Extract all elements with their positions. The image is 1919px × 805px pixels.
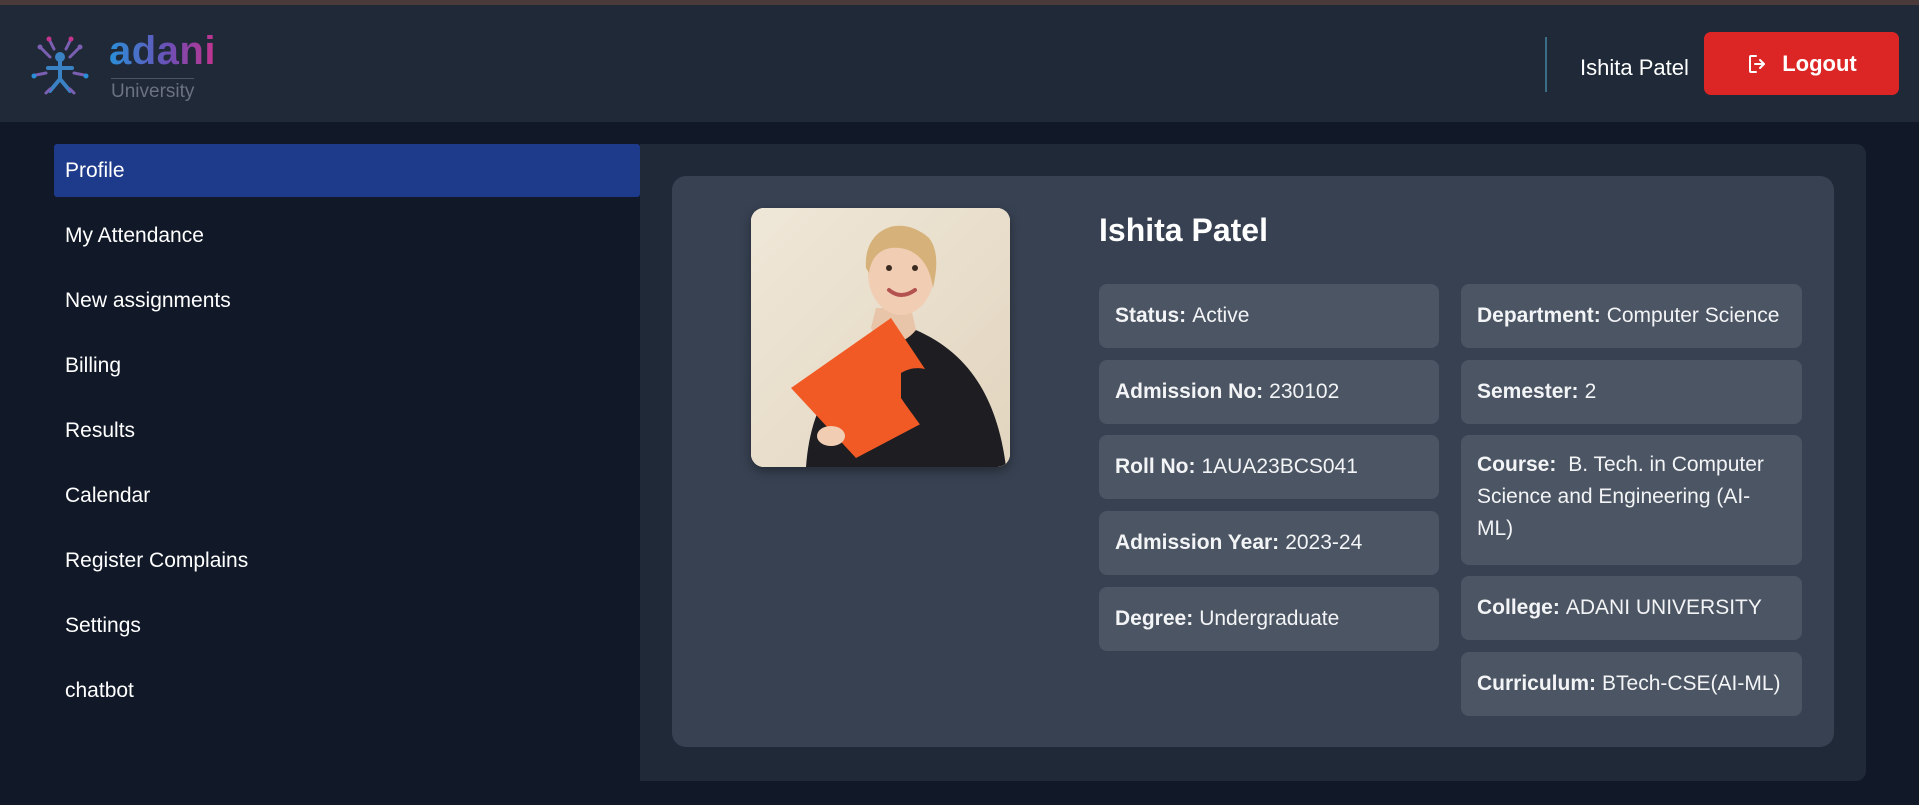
- sidebar: Profile My Attendance New assignments Bi…: [54, 144, 640, 729]
- sidebar-item-billing[interactable]: Billing: [54, 339, 640, 392]
- sidebar-item-settings[interactable]: Settings: [54, 599, 640, 652]
- sidebar-item-profile[interactable]: Profile: [54, 144, 640, 197]
- info-label: Degree:: [1115, 607, 1194, 630]
- info-label: Admission Year:: [1115, 531, 1280, 554]
- info-value: Undergraduate: [1199, 607, 1340, 630]
- sidebar-item-new-assignments[interactable]: New assignments: [54, 274, 640, 327]
- sidebar-item-chatbot[interactable]: chatbot: [54, 664, 640, 717]
- info-curriculum: Curriculum: BTech-CSE(AI-ML): [1461, 652, 1802, 716]
- info-label: College:: [1477, 596, 1560, 619]
- info-degree: Degree: Undergraduate: [1099, 587, 1439, 651]
- logout-button[interactable]: Logout: [1704, 32, 1899, 95]
- info-course: Course: B. Tech. in Computer Science and…: [1461, 435, 1802, 565]
- info-label: Status:: [1115, 304, 1187, 327]
- info-value: 230102: [1269, 380, 1340, 403]
- sidebar-item-results[interactable]: Results: [54, 404, 640, 457]
- info-status: Status: Active: [1099, 284, 1439, 348]
- info-admission-year: Admission Year: 2023-24: [1099, 511, 1439, 575]
- info-label: Curriculum:: [1477, 672, 1597, 695]
- header-divider: [1545, 37, 1547, 92]
- info-value: Computer Science: [1606, 304, 1780, 327]
- profile-photo: [751, 208, 1010, 467]
- logo-wordmark: adani: [109, 29, 216, 73]
- info-label: Department:: [1477, 304, 1601, 327]
- info-label: Admission No:: [1115, 380, 1264, 403]
- info-value: 1AUA23BCS041: [1201, 455, 1358, 478]
- info-label: Roll No:: [1115, 455, 1196, 478]
- info-value: BTech-CSE(AI-ML): [1602, 672, 1781, 695]
- header-user-name: Ishita Patel: [1580, 55, 1689, 80]
- info-value: 2023-24: [1285, 531, 1363, 554]
- info-admission-no: Admission No: 230102: [1099, 360, 1439, 424]
- university-logo[interactable]: adani University: [28, 29, 218, 104]
- info-label: Semester:: [1477, 380, 1579, 403]
- sidebar-item-my-attendance[interactable]: My Attendance: [54, 209, 640, 262]
- info-value: Active: [1192, 304, 1250, 327]
- info-value: 2: [1584, 380, 1597, 403]
- sidebar-item-calendar[interactable]: Calendar: [54, 469, 640, 522]
- top-header: adani University Ishita Patel Logout: [0, 5, 1919, 122]
- logout-label: Logout: [1782, 50, 1857, 76]
- info-semester: Semester: 2: [1461, 360, 1802, 424]
- logout-icon: [1749, 54, 1766, 73]
- info-college: College: ADANI UNIVERSITY: [1461, 576, 1802, 640]
- info-value: ADANI UNIVERSITY: [1565, 596, 1762, 619]
- info-department: Department: Computer Science: [1461, 284, 1802, 348]
- info-label: Course:: [1477, 453, 1557, 476]
- sidebar-item-register-complains[interactable]: Register Complains: [54, 534, 640, 587]
- info-roll-no: Roll No: 1AUA23BCS041: [1099, 435, 1439, 499]
- logo-subtitle: University: [111, 78, 195, 103]
- student-name: Ishita Patel: [1099, 212, 1268, 248]
- logo-emblem-icon: [31, 36, 89, 95]
